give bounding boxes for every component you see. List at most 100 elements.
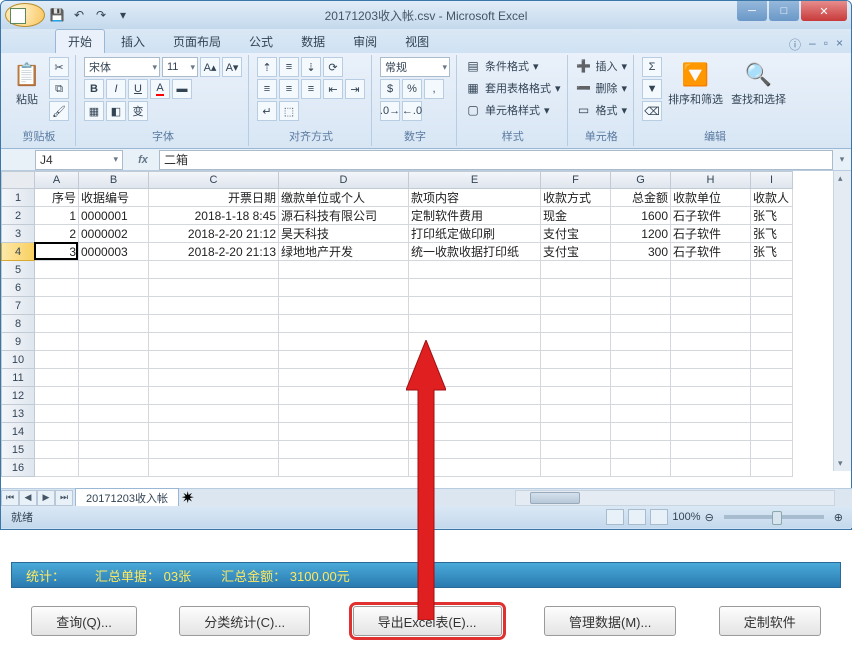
cell[interactable] <box>35 369 79 387</box>
office-button[interactable] <box>5 3 45 27</box>
row-header[interactable]: 9 <box>1 333 35 351</box>
grow-font-icon[interactable]: A▴ <box>200 57 220 77</box>
cell[interactable] <box>79 261 149 279</box>
cell[interactable] <box>611 405 671 423</box>
expand-formula-icon[interactable]: ▾ <box>833 154 851 165</box>
cell[interactable]: 绿地地产开发 <box>279 243 409 261</box>
undo-icon[interactable]: ↶ <box>69 5 89 25</box>
tab-formula[interactable]: 公式 <box>237 30 285 53</box>
cell[interactable] <box>409 297 541 315</box>
cell[interactable] <box>611 297 671 315</box>
ribbon-restore-icon[interactable]: ▫ <box>824 36 828 53</box>
cell[interactable] <box>279 351 409 369</box>
cell[interactable]: 3 <box>35 243 79 261</box>
cell[interactable]: 缴款单位或个人 <box>279 189 409 207</box>
cell[interactable] <box>751 441 793 459</box>
cell[interactable] <box>149 441 279 459</box>
cell[interactable] <box>409 423 541 441</box>
cell[interactable]: 0000002 <box>79 225 149 243</box>
sheet-next-icon[interactable]: ▶ <box>37 490 55 506</box>
cell[interactable] <box>611 387 671 405</box>
sheet-last-icon[interactable]: ⏭ <box>55 490 73 506</box>
cell[interactable] <box>149 351 279 369</box>
cell[interactable] <box>541 459 611 477</box>
cell[interactable] <box>751 297 793 315</box>
save-icon[interactable]: 💾 <box>47 5 67 25</box>
cell[interactable] <box>79 315 149 333</box>
vertical-scrollbar[interactable] <box>833 171 851 471</box>
number-format-combo[interactable]: 常规 <box>380 57 450 77</box>
cell[interactable]: 昊天科技 <box>279 225 409 243</box>
cell[interactable] <box>611 315 671 333</box>
cell[interactable] <box>35 297 79 315</box>
indent-inc-icon[interactable]: ⇥ <box>345 79 365 99</box>
cell[interactable] <box>541 441 611 459</box>
cell[interactable] <box>409 405 541 423</box>
bold-button[interactable]: B <box>84 79 104 99</box>
query-button[interactable]: 查询(Q)... <box>31 606 137 636</box>
cell[interactable]: 序号 <box>35 189 79 207</box>
cell[interactable]: 300 <box>611 243 671 261</box>
cell[interactable]: 现金 <box>541 207 611 225</box>
font-color-icon[interactable]: A <box>150 79 170 99</box>
cell[interactable] <box>279 279 409 297</box>
help-icon[interactable]: ⓘ <box>789 36 801 53</box>
cell[interactable]: 收据编号 <box>79 189 149 207</box>
cell[interactable] <box>35 459 79 477</box>
tab-view[interactable]: 视图 <box>393 30 441 53</box>
cell[interactable] <box>35 405 79 423</box>
percent-icon[interactable]: % <box>402 79 422 99</box>
cell[interactable] <box>79 387 149 405</box>
cell[interactable]: 张飞 <box>751 243 793 261</box>
zoom-in-icon[interactable]: ⊕ <box>834 511 843 524</box>
cell[interactable] <box>79 441 149 459</box>
cell[interactable] <box>279 459 409 477</box>
worksheet-grid[interactable]: ABCDEFGHI 12345678910111213141516 序号收据编号… <box>1 171 851 489</box>
dec-decimal-icon[interactable]: ←.0 <box>402 101 422 121</box>
zoom-out-icon[interactable]: ⊖ <box>705 511 714 524</box>
cell-style-button[interactable]: ▢单元格样式 ▾ <box>465 101 561 119</box>
cell[interactable] <box>149 297 279 315</box>
horizontal-scrollbar[interactable] <box>515 490 835 506</box>
cell[interactable] <box>751 351 793 369</box>
name-box[interactable]: J4 <box>35 150 123 170</box>
cell[interactable] <box>671 423 751 441</box>
col-header-A[interactable]: A <box>35 171 79 189</box>
cell[interactable]: 石子软件 <box>671 207 751 225</box>
clear-icon[interactable]: ⌫ <box>642 101 662 121</box>
row-header[interactable]: 15 <box>1 441 35 459</box>
col-header-G[interactable]: G <box>611 171 671 189</box>
inc-decimal-icon[interactable]: .0→ <box>380 101 400 121</box>
cell[interactable]: 2 <box>35 225 79 243</box>
formula-input[interactable]: 二箱 <box>159 150 833 170</box>
cell[interactable] <box>751 405 793 423</box>
row-header[interactable]: 12 <box>1 387 35 405</box>
cell[interactable] <box>541 333 611 351</box>
cell[interactable] <box>79 333 149 351</box>
copy-icon[interactable]: ⧉ <box>49 79 69 99</box>
cell[interactable] <box>35 261 79 279</box>
cell[interactable]: 收款单位 <box>671 189 751 207</box>
row-header[interactable]: 2 <box>1 207 35 225</box>
cell[interactable]: 开票日期 <box>149 189 279 207</box>
tab-layout[interactable]: 页面布局 <box>161 30 233 53</box>
row-header[interactable]: 3 <box>1 225 35 243</box>
cell[interactable]: 张飞 <box>751 207 793 225</box>
cell[interactable]: 支付宝 <box>541 225 611 243</box>
cell[interactable] <box>671 261 751 279</box>
cell[interactable] <box>409 315 541 333</box>
cell[interactable] <box>79 297 149 315</box>
select-all-corner[interactable] <box>1 171 35 189</box>
row-header[interactable]: 6 <box>1 279 35 297</box>
cell[interactable] <box>279 261 409 279</box>
cell[interactable] <box>751 261 793 279</box>
cell[interactable] <box>541 387 611 405</box>
cell[interactable] <box>409 261 541 279</box>
cell[interactable] <box>541 315 611 333</box>
comma-icon[interactable]: , <box>424 79 444 99</box>
row-header[interactable]: 13 <box>1 405 35 423</box>
conditional-format-button[interactable]: ▤条件格式 ▾ <box>465 57 561 75</box>
col-header-B[interactable]: B <box>79 171 149 189</box>
page-break-icon[interactable] <box>650 509 668 525</box>
ribbon-min-icon[interactable]: – <box>809 36 816 53</box>
